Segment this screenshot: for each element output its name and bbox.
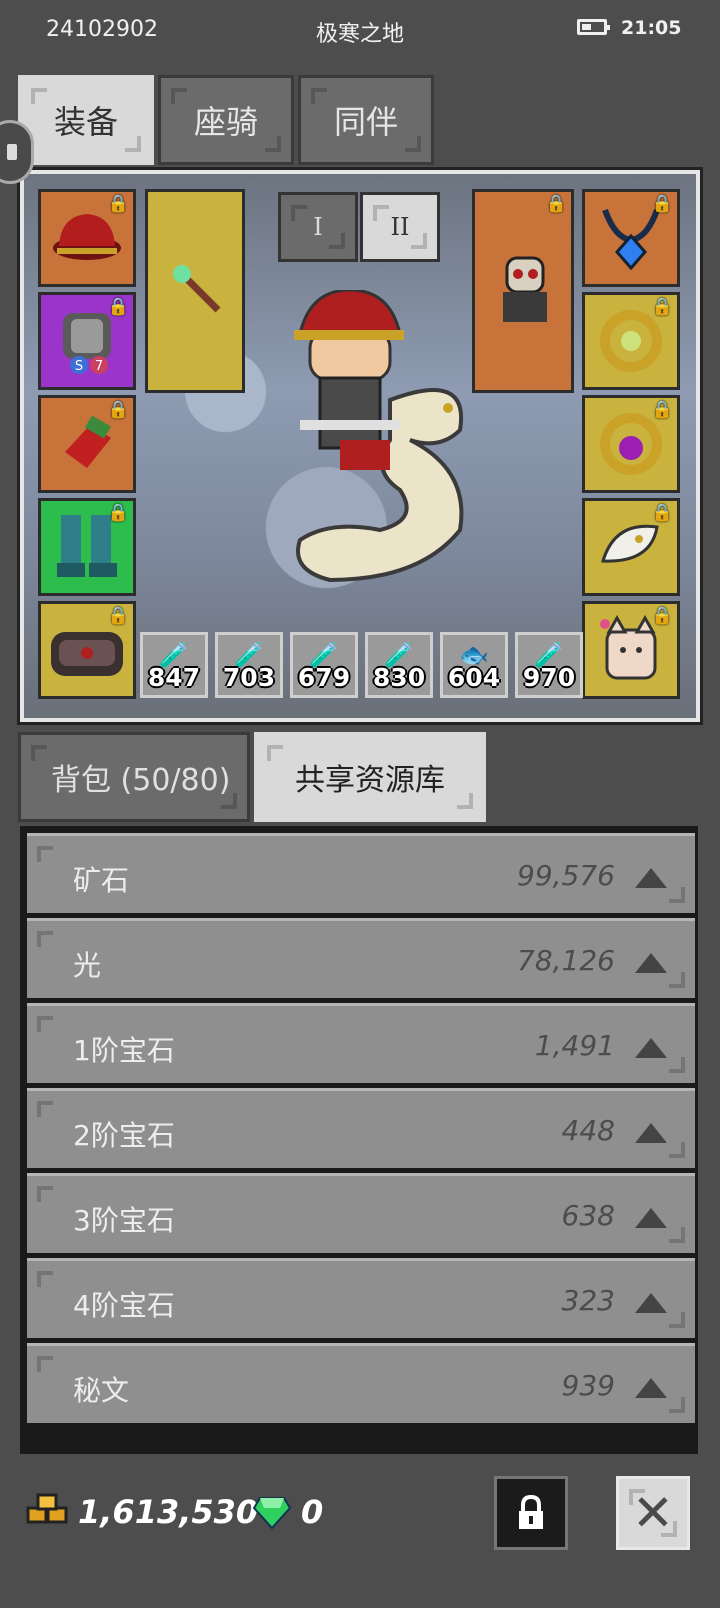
- resource-row-gem-2[interactable]: 2阶宝石 448: [27, 1088, 695, 1168]
- slot-talisman[interactable]: 🔒: [582, 498, 680, 596]
- expand-arrow-icon[interactable]: [635, 1293, 667, 1313]
- resource-row-gem-4[interactable]: 4阶宝石 323: [27, 1258, 695, 1338]
- slot-helmet[interactable]: 🔒: [38, 189, 136, 287]
- tab-backpack-label: 背包 (50/80): [51, 763, 231, 798]
- side-drawer-handle[interactable]: [0, 120, 34, 184]
- consumable-slot-3[interactable]: 🧪 679: [290, 632, 358, 698]
- lock-button[interactable]: [494, 1476, 568, 1550]
- expand-arrow-icon[interactable]: [635, 1038, 667, 1058]
- resource-value: 323: [561, 1284, 615, 1317]
- resource-name: 秘文: [73, 1374, 130, 1407]
- lock-icon: 🔒: [107, 503, 129, 523]
- consumable-count: 970: [522, 663, 576, 692]
- consumable-slot-2[interactable]: 🧪 703: [215, 632, 283, 698]
- tab-companion[interactable]: 同伴: [298, 75, 434, 165]
- set-button-2-label: II: [390, 213, 410, 241]
- resource-row-ore[interactable]: 矿石 99,576: [27, 833, 695, 913]
- slot-backpack[interactable]: 🔒: [38, 601, 136, 699]
- lock-icon: [519, 1495, 543, 1529]
- slot-armor[interactable]: S7 🔒: [38, 292, 136, 390]
- slot-charm[interactable]: 🔒: [582, 601, 680, 699]
- tab-mount-label: 座骑: [193, 103, 258, 141]
- resource-name: 光: [73, 949, 102, 982]
- gold-amount: 1,613,530: [78, 1493, 259, 1531]
- tab-shared-storage[interactable]: 共享资源库: [254, 732, 486, 822]
- lock-icon: 🔒: [651, 606, 673, 626]
- tab-shared-storage-label: 共享资源库: [295, 763, 445, 798]
- backpack-icon: [51, 632, 123, 676]
- consumable-count: 679: [297, 663, 351, 692]
- resource-name: 3阶宝石: [73, 1204, 175, 1237]
- consumable-count: 703: [222, 663, 276, 692]
- expand-arrow-icon[interactable]: [635, 868, 667, 888]
- expand-arrow-icon[interactable]: [635, 953, 667, 973]
- red-helmet-icon: [53, 214, 121, 260]
- tab-equipment-label: 装备: [53, 103, 118, 141]
- resource-value: 448: [561, 1114, 615, 1147]
- tab-companion-label: 同伴: [333, 103, 398, 141]
- resource-name: 1阶宝石: [73, 1034, 175, 1067]
- hero-character: [294, 290, 464, 583]
- resource-row-gem-1[interactable]: 1阶宝石 1,491: [27, 1003, 695, 1083]
- consumable-count: 847: [147, 663, 201, 692]
- slot-ring-1[interactable]: 🔒: [582, 292, 680, 390]
- resource-value: 939: [561, 1369, 615, 1402]
- gem-amount: 0: [301, 1493, 324, 1531]
- set-button-1[interactable]: I: [278, 192, 358, 262]
- resource-list: 矿石 99,576 光 78,126 1阶宝石 1,491 2阶宝石 448 3阶宝石 6…: [20, 826, 698, 1454]
- svg-text:S: S: [75, 359, 83, 374]
- battery-icon: [577, 19, 610, 35]
- resource-row-runes[interactable]: 秘文 939: [27, 1343, 695, 1423]
- tab-backpack[interactable]: 背包 (50/80): [18, 732, 250, 822]
- tab-equipment[interactable]: 装备: [18, 75, 154, 165]
- status-bar: 24102902 极寒之地 21:05: [0, 0, 720, 60]
- clock: 21:05: [621, 17, 682, 39]
- expand-arrow-icon[interactable]: [635, 1378, 667, 1398]
- set-button-2[interactable]: II: [360, 192, 440, 262]
- resource-name: 矿石: [73, 864, 130, 897]
- lock-icon: 🔒: [107, 194, 129, 214]
- expand-arrow-icon[interactable]: [635, 1123, 667, 1143]
- expand-arrow-icon[interactable]: [635, 1208, 667, 1228]
- set-button-1-label: I: [313, 213, 323, 241]
- consumable-count: 604: [447, 663, 501, 692]
- resource-value: 99,576: [517, 859, 615, 892]
- consumable-slot-6[interactable]: 🧪 970: [515, 632, 583, 698]
- skull-totem-icon: [503, 256, 547, 322]
- consumable-slot-5[interactable]: 🐟 604: [440, 632, 508, 698]
- consumable-slot-4[interactable]: 🧪 830: [365, 632, 433, 698]
- resource-value: 638: [561, 1199, 615, 1232]
- map-title: 极寒之地: [315, 22, 404, 47]
- consumable-slot-1[interactable]: 🧪 847: [140, 632, 208, 698]
- resource-name: 4阶宝石: [73, 1289, 175, 1322]
- slot-weapon[interactable]: [145, 189, 245, 393]
- slot-amulet[interactable]: 🔒: [582, 189, 680, 287]
- slot-gloves[interactable]: 🔒: [38, 395, 136, 493]
- lock-icon: 🔒: [651, 194, 673, 214]
- lock-icon: 🔒: [107, 400, 129, 420]
- lock-icon: 🔒: [651, 297, 673, 317]
- resource-value: 78,126: [517, 944, 615, 977]
- slot-ring-2[interactable]: 🔒: [582, 395, 680, 493]
- gold-coins-icon: [26, 1493, 68, 1524]
- lock-icon: 🔒: [651, 400, 673, 420]
- slot-boots[interactable]: 🔒: [38, 498, 136, 596]
- lock-icon: 🔒: [545, 194, 567, 214]
- resource-name: 2阶宝石: [73, 1119, 175, 1152]
- resource-row-light[interactable]: 光 78,126: [27, 918, 695, 998]
- slot-offhand[interactable]: 🔒: [472, 189, 574, 393]
- tab-mount[interactable]: 座骑: [158, 75, 294, 165]
- lock-icon: 🔒: [107, 606, 129, 626]
- svg-text:7: 7: [95, 359, 103, 374]
- resource-value: 1,491: [534, 1029, 615, 1062]
- close-icon: ✕: [632, 1484, 674, 1542]
- lock-icon: 🔒: [107, 297, 129, 317]
- close-button[interactable]: ✕: [616, 1476, 690, 1550]
- consumable-count: 830: [372, 663, 426, 692]
- lock-icon: 🔒: [651, 503, 673, 523]
- green-wand-icon: [173, 265, 221, 313]
- resource-row-gem-3[interactable]: 3阶宝石 638: [27, 1173, 695, 1253]
- emerald-gem-icon: [252, 1497, 292, 1530]
